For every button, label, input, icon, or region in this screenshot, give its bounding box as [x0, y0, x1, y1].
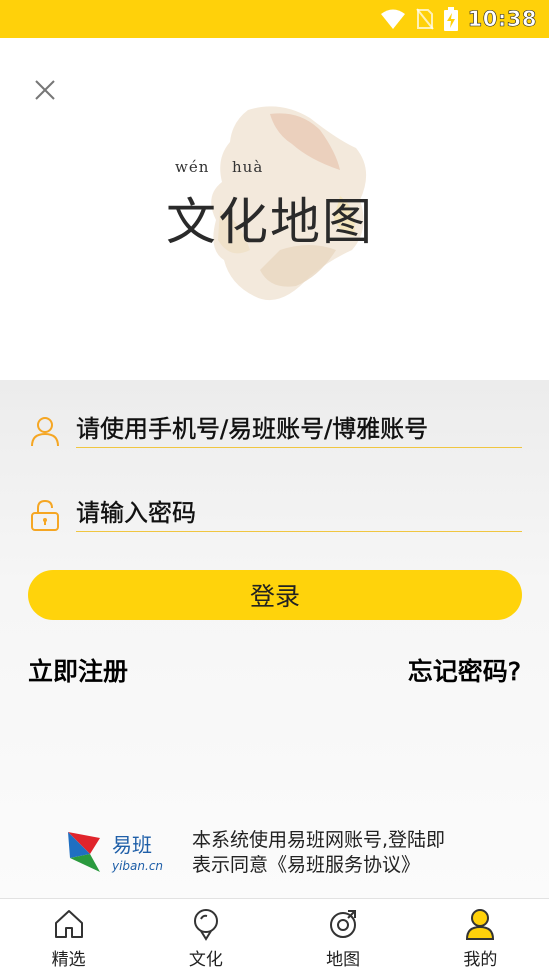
status-bar: 10:38: [0, 0, 549, 38]
logo-title: 文化地图: [166, 193, 374, 251]
no-sim-icon: [415, 8, 434, 30]
nav-item-culture[interactable]: 文化: [137, 899, 274, 976]
battery-charging-icon: [443, 7, 458, 31]
close-icon[interactable]: [30, 75, 60, 105]
nav-label-map: 地图: [326, 950, 361, 970]
yiban-brand-text: 易班: [112, 833, 152, 857]
agreement-line-1: 本系统使用易班网账号,登陆即: [192, 829, 446, 851]
status-time: 10:38: [467, 7, 537, 32]
nav-item-mine[interactable]: 我的: [412, 899, 549, 976]
wifi-icon: [380, 9, 405, 29]
bottom-nav: 精选 文化 地图 我的: [0, 898, 549, 976]
lock-icon: [31, 499, 59, 531]
location-pin-icon: [193, 909, 218, 941]
compass-icon: [330, 910, 357, 938]
username-input[interactable]: [76, 410, 522, 448]
login-button[interactable]: 登录: [28, 570, 522, 620]
nav-label-culture: 文化: [188, 950, 223, 970]
yiban-domain-text: yiban.cn: [111, 859, 163, 873]
agreement-text: 本系统使用易班网账号,登陆即 表示同意《易班服务协议》: [192, 828, 492, 878]
password-input[interactable]: [76, 494, 522, 532]
nav-item-map[interactable]: 地图: [275, 899, 412, 976]
logo-pinyin-wen: wén: [175, 158, 210, 176]
forgot-password-link[interactable]: 忘记密码?: [407, 652, 521, 688]
user-icon: [31, 417, 59, 447]
register-link[interactable]: 立即注册: [28, 652, 129, 688]
login-form-area: [0, 380, 549, 898]
nav-label-featured: 精选: [51, 950, 86, 970]
user-icon: [466, 909, 495, 940]
agreement-line-2[interactable]: 表示同意《易班服务协议》: [192, 853, 492, 878]
nav-label-mine: 我的: [463, 950, 498, 970]
status-icons: 10:38: [380, 6, 537, 32]
home-icon: [54, 910, 83, 938]
username-field: [28, 410, 522, 456]
password-field: [28, 494, 522, 540]
nav-item-featured[interactable]: 精选: [0, 899, 137, 976]
logo-pinyin-hua: huà: [232, 158, 264, 176]
yiban-logo: 易班 yiban.cn: [68, 832, 163, 873]
